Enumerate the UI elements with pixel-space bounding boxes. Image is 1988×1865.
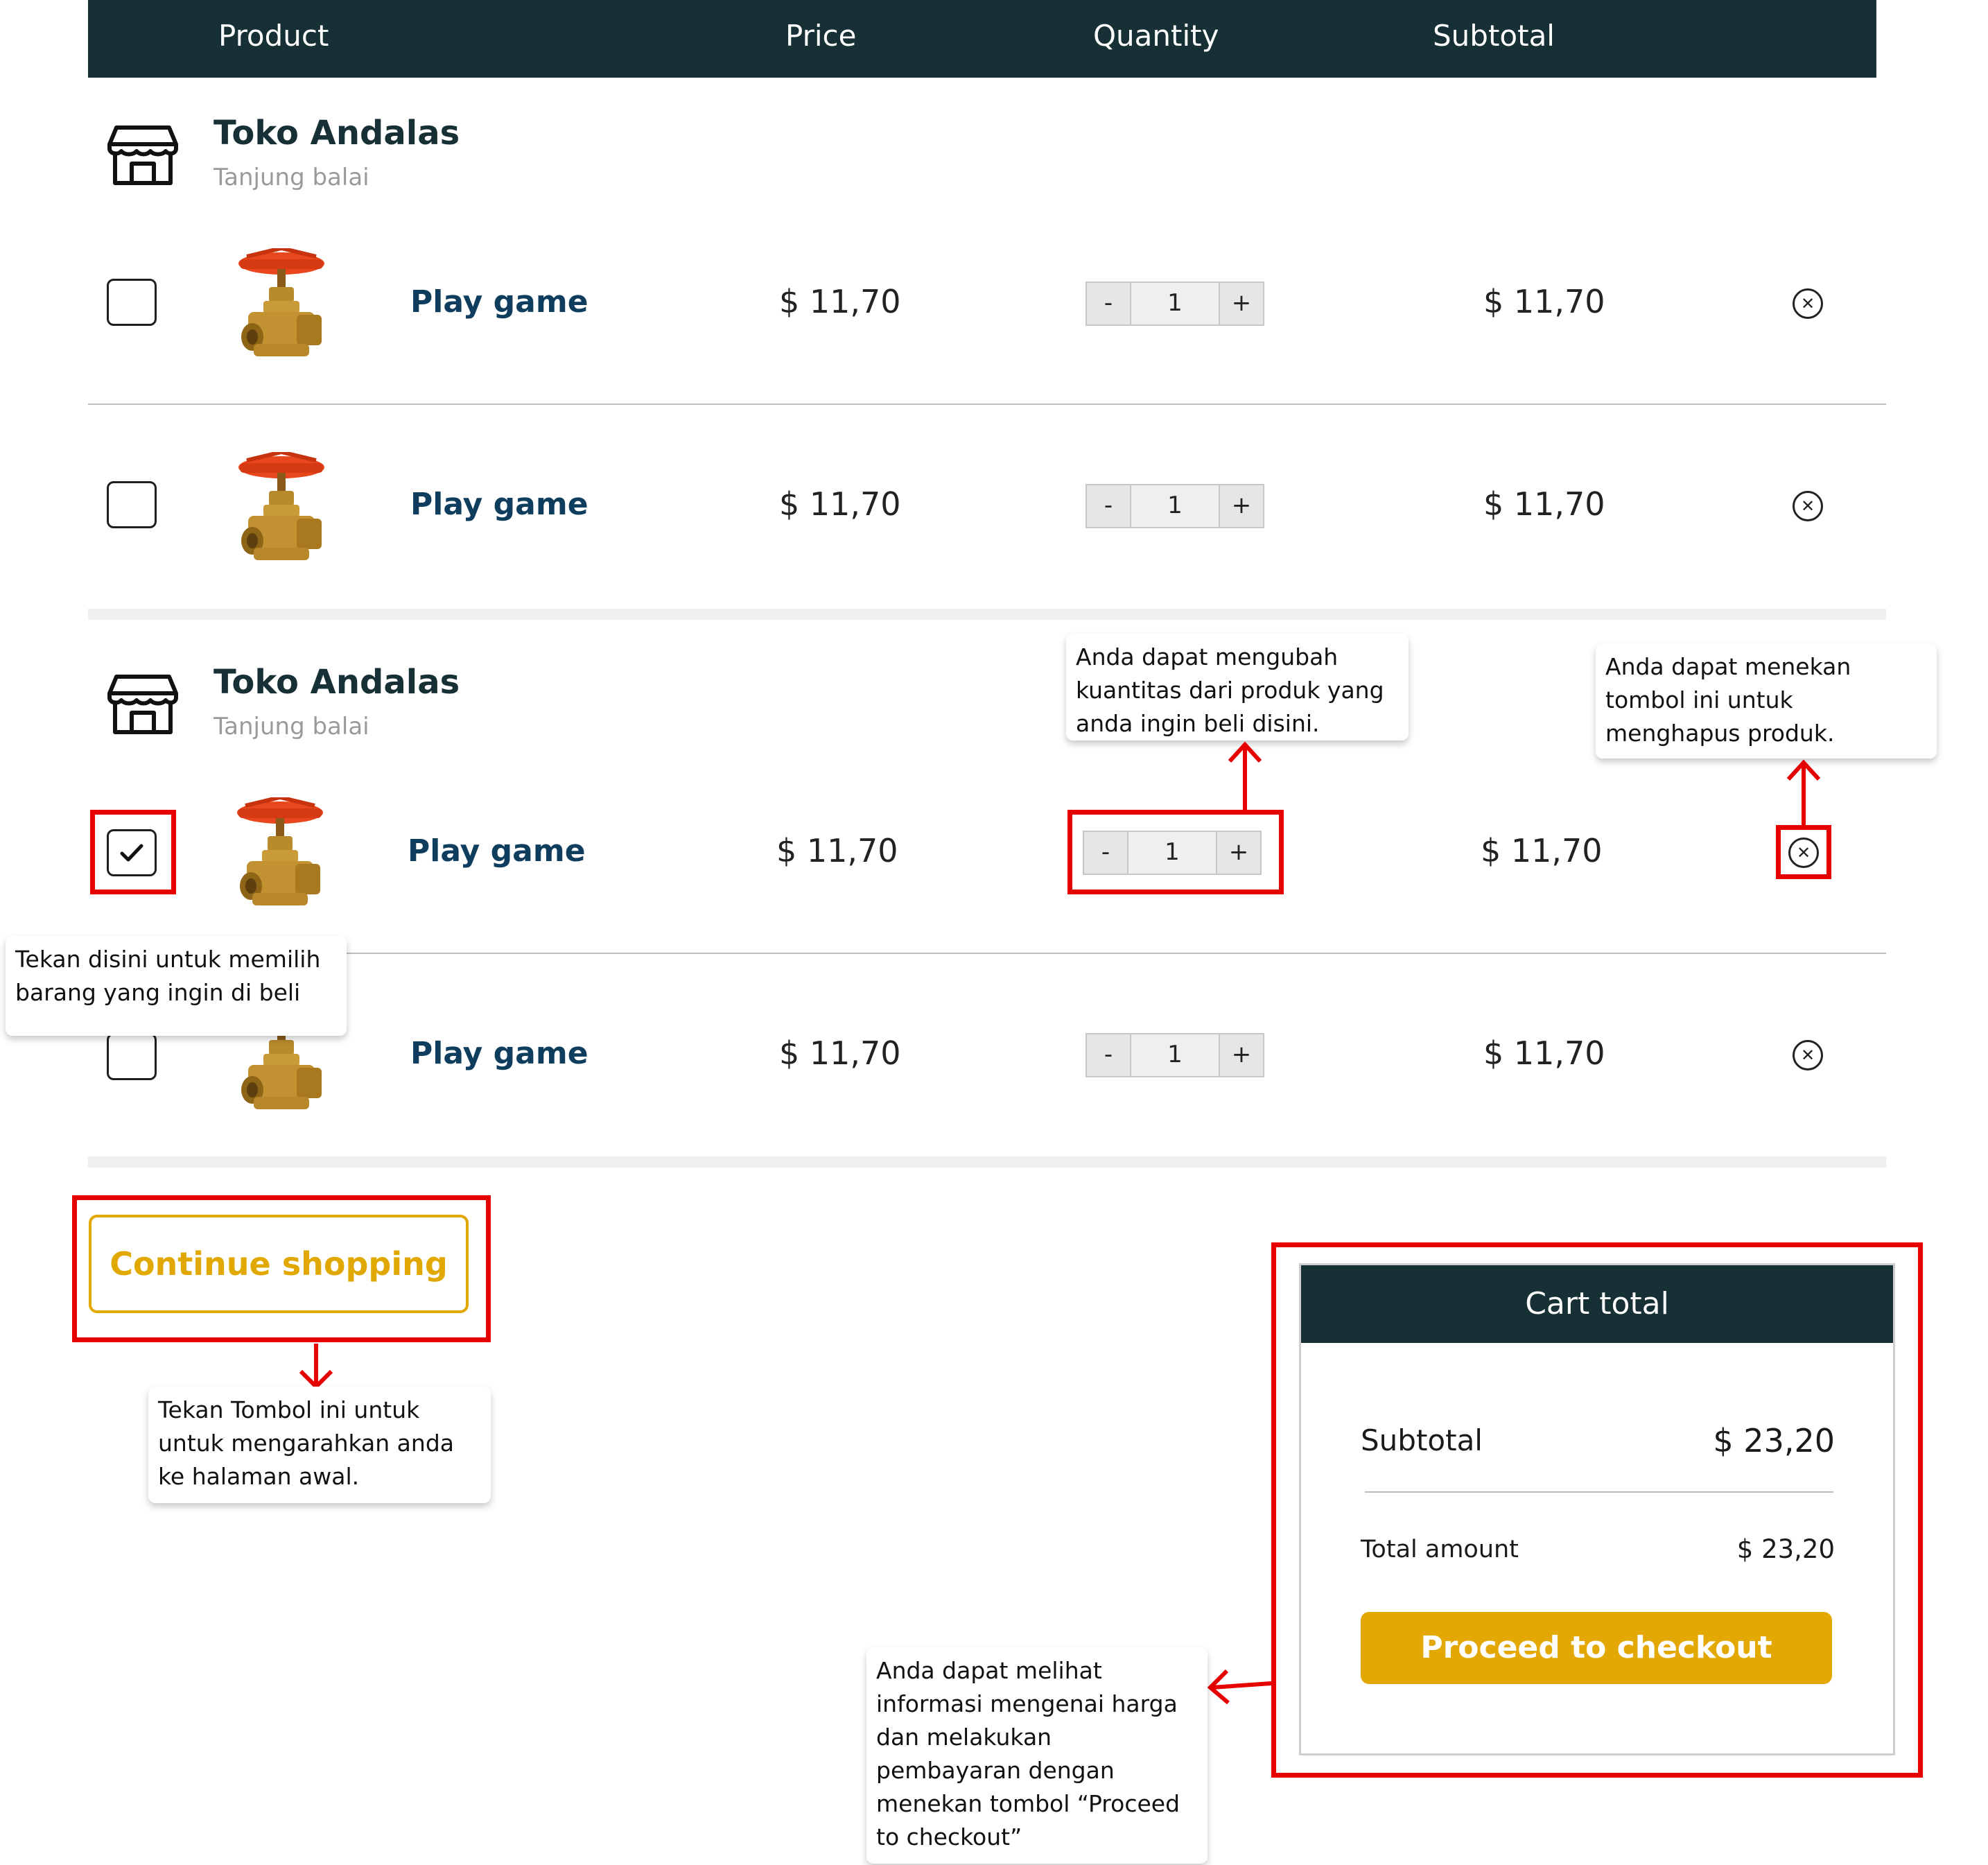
close-circle-icon: ✕ bbox=[1800, 1046, 1815, 1065]
remove-item-button[interactable]: ✕ bbox=[1793, 1040, 1823, 1070]
quantity-highlight bbox=[1067, 810, 1284, 894]
item-checkbox[interactable] bbox=[107, 279, 157, 326]
checkbox-highlight bbox=[90, 810, 176, 894]
quantity-stepper: - 1 + bbox=[1085, 484, 1264, 528]
header-price: Price bbox=[785, 19, 857, 53]
close-circle-icon: ✕ bbox=[1800, 496, 1815, 516]
item-checkbox[interactable] bbox=[107, 1033, 157, 1080]
callout-select-item: Tekan disini untuk memilih barang yang i… bbox=[6, 936, 347, 1036]
item-price: $ 11,70 bbox=[779, 1034, 901, 1072]
quantity-minus-button[interactable]: - bbox=[1085, 484, 1131, 528]
item-price: $ 11,70 bbox=[776, 832, 898, 869]
quantity-minus-button[interactable]: - bbox=[1085, 1033, 1131, 1077]
product-name-link[interactable]: Play game bbox=[410, 284, 588, 320]
product-image bbox=[233, 248, 330, 362]
quantity-stepper: - 1 + bbox=[1085, 1033, 1264, 1077]
item-subtotal: $ 11,70 bbox=[1483, 283, 1605, 320]
item-price: $ 11,70 bbox=[779, 283, 901, 320]
quantity-plus-button[interactable]: + bbox=[1219, 1033, 1264, 1077]
remove-highlight bbox=[1776, 825, 1831, 879]
arrow-up-icon bbox=[1228, 741, 1262, 811]
store-name: Toko Andalas bbox=[213, 114, 460, 153]
header-subtotal: Subtotal bbox=[1433, 19, 1555, 53]
remove-item-button[interactable]: ✕ bbox=[1793, 491, 1823, 521]
product-name-link[interactable]: Play game bbox=[410, 487, 588, 522]
arrow-down-icon bbox=[299, 1344, 333, 1390]
store-location: Tanjung balai bbox=[213, 713, 369, 740]
store-name: Toko Andalas bbox=[213, 663, 460, 702]
item-checkbox[interactable] bbox=[107, 481, 157, 528]
callout-continue: Tekan Tombol ini untuk untuk mengarahkan… bbox=[148, 1387, 491, 1503]
callout-quantity: Anda dapat mengubah kuantitas dari produ… bbox=[1066, 634, 1409, 740]
item-subtotal: $ 11,70 bbox=[1483, 485, 1605, 523]
product-image bbox=[232, 797, 329, 911]
product-name-link[interactable]: Play game bbox=[408, 833, 586, 869]
callout-remove: Anda dapat menekan tombol ini untuk meng… bbox=[1596, 643, 1937, 758]
quantity-plus-button[interactable]: + bbox=[1219, 484, 1264, 528]
quantity-minus-button[interactable]: - bbox=[1085, 281, 1131, 326]
arrow-left-icon bbox=[1207, 1669, 1272, 1705]
store-icon bbox=[107, 123, 179, 187]
header-quantity: Quantity bbox=[1093, 19, 1219, 53]
callout-checkout: Anda dapat melihat informasi mengenai ha… bbox=[866, 1647, 1207, 1864]
header-product: Product bbox=[218, 19, 329, 53]
continue-highlight bbox=[72, 1195, 491, 1342]
item-subtotal: $ 11,70 bbox=[1481, 832, 1603, 869]
quantity-input[interactable]: 1 bbox=[1131, 1033, 1219, 1077]
product-name-link[interactable]: Play game bbox=[410, 1036, 588, 1071]
product-image bbox=[233, 452, 330, 566]
quantity-stepper: - 1 + bbox=[1085, 281, 1264, 326]
quantity-plus-button[interactable]: + bbox=[1219, 281, 1264, 326]
store-group-divider bbox=[88, 1156, 1886, 1168]
row-divider bbox=[88, 953, 1886, 954]
arrow-up-icon bbox=[1786, 759, 1821, 825]
item-subtotal: $ 11,70 bbox=[1483, 1034, 1605, 1072]
close-circle-icon: ✕ bbox=[1800, 294, 1815, 313]
row-divider bbox=[88, 404, 1886, 405]
quantity-input[interactable]: 1 bbox=[1131, 484, 1219, 528]
remove-item-button[interactable]: ✕ bbox=[1793, 288, 1823, 319]
store-location: Tanjung balai bbox=[213, 164, 369, 191]
store-group-divider bbox=[88, 609, 1886, 620]
quantity-input[interactable]: 1 bbox=[1131, 281, 1219, 326]
cart-total-highlight bbox=[1271, 1242, 1923, 1778]
table-header: Product Price Quantity Subtotal bbox=[88, 0, 1876, 78]
item-price: $ 11,70 bbox=[779, 485, 901, 523]
store-icon bbox=[107, 673, 179, 736]
